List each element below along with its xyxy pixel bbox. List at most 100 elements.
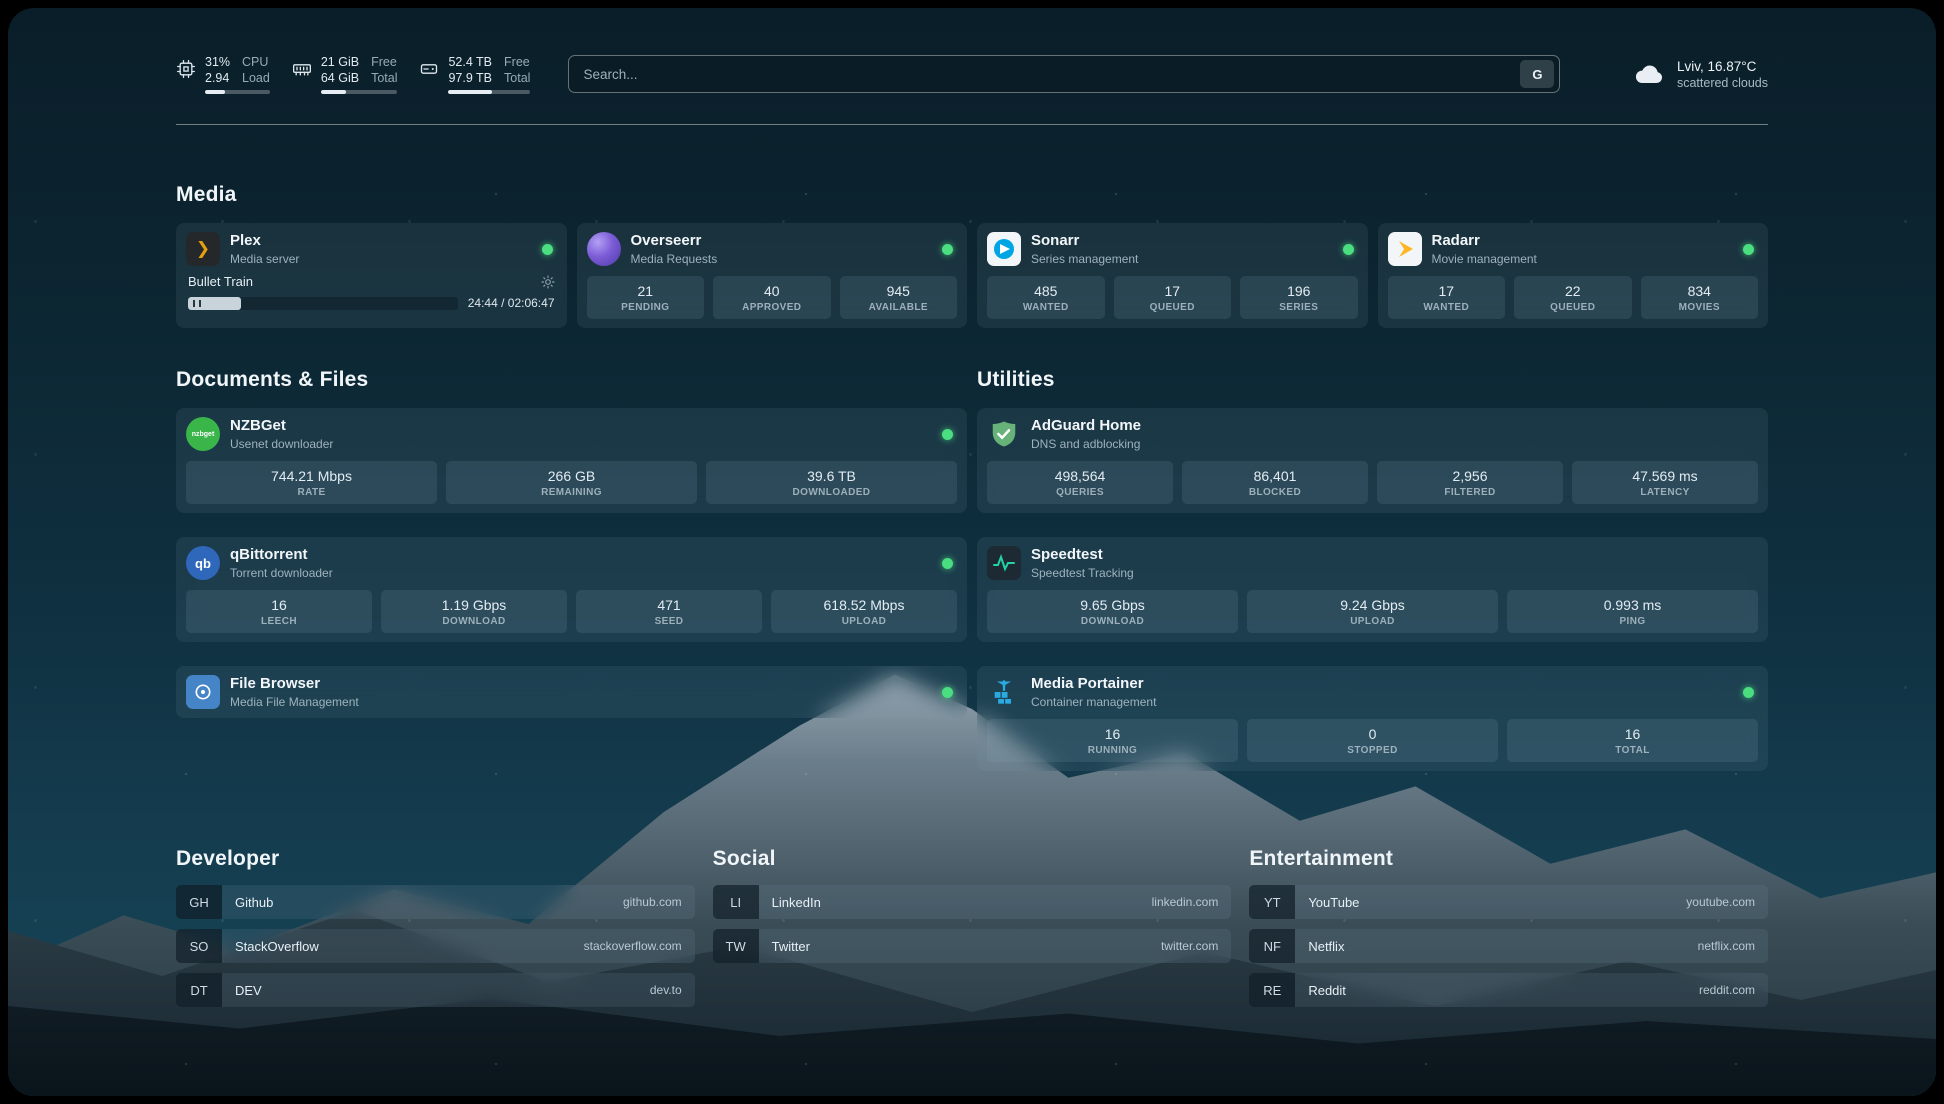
service-card-overseerr[interactable]: Overseerr Media Requests 21PENDING 40APP… (577, 223, 968, 328)
stat-wanted: 485WANTED (987, 276, 1105, 319)
bookmark-name: DEV (222, 983, 262, 998)
status-dot (542, 244, 553, 255)
cpu-icon (176, 59, 196, 79)
disk-icon (419, 59, 439, 79)
stat-running: 16RUNNING (987, 719, 1238, 762)
bookmark-url: twitter.com (1161, 939, 1231, 953)
bookmark-url: reddit.com (1699, 983, 1768, 997)
bookmark-abbr: NF (1249, 929, 1295, 963)
service-subtitle: Usenet downloader (230, 437, 333, 451)
service-subtitle: Container management (1031, 695, 1156, 709)
stat-movies: 834MOVIES (1641, 276, 1759, 319)
service-name: Radarr (1432, 232, 1537, 251)
service-subtitle: Media Requests (631, 252, 718, 266)
topbar-divider (176, 124, 1768, 125)
stat-series: 196SERIES (1240, 276, 1358, 319)
service-card-qbittorrent[interactable]: qb qBittorrent Torrent downloader 16LEEC… (176, 537, 967, 642)
bookmark-abbr: RE (1249, 973, 1295, 1007)
status-dot (1343, 244, 1354, 255)
sonarr-icon (987, 232, 1021, 266)
service-name: Speedtest (1031, 546, 1134, 565)
service-card-speedtest[interactable]: Speedtest Speedtest Tracking 9.65 GbpsDO… (977, 537, 1768, 642)
cpu-label-bottom: Load (242, 70, 270, 86)
filebrowser-icon (186, 675, 220, 709)
service-card-nzbget[interactable]: nzbget NZBGet Usenet downloader 744.21 M… (176, 408, 967, 513)
gear-icon[interactable] (541, 275, 555, 289)
bookmark-youtube[interactable]: YT YouTube youtube.com (1249, 885, 1768, 919)
service-subtitle: Media File Management (230, 695, 359, 709)
stat-upload: 618.52 MbpsUPLOAD (771, 590, 957, 633)
stat-latency: 47.569 msLATENCY (1572, 461, 1758, 504)
bookmark-url: youtube.com (1686, 895, 1768, 909)
pause-icon[interactable] (193, 300, 201, 307)
weather-widget: Lviv, 16.87°C scattered clouds (1633, 59, 1768, 90)
bookmark-name: LinkedIn (759, 895, 821, 910)
service-card-plex[interactable]: ❯ Plex Media server Bullet Train (176, 223, 567, 328)
section-utilities: Utilities AdGuard Home DNS and adblockin… (977, 368, 1768, 771)
cpu-widget: 31% CPU 2.94 Load (176, 54, 270, 95)
bookmark-name: YouTube (1295, 895, 1359, 910)
section-title-social: Social (713, 847, 1232, 871)
bookmark-stackoverflow[interactable]: SO StackOverflow stackoverflow.com (176, 929, 695, 963)
service-card-filebrowser[interactable]: File Browser Media File Management (176, 666, 967, 718)
stat-download: 9.65 GbpsDOWNLOAD (987, 590, 1238, 633)
playback-progress-track[interactable] (188, 297, 458, 310)
stat-remaining: 266 GBREMAINING (446, 461, 697, 504)
overseerr-icon (587, 232, 621, 266)
qbittorrent-icon: qb (186, 546, 220, 580)
bookmark-linkedin[interactable]: LI LinkedIn linkedin.com (713, 885, 1232, 919)
service-subtitle: Movie management (1432, 252, 1537, 266)
service-card-adguard[interactable]: AdGuard Home DNS and adblocking 498,564Q… (977, 408, 1768, 513)
stat-seed: 471SEED (576, 590, 762, 633)
section-title-utilities: Utilities (977, 368, 1768, 392)
stat-download: 1.19 GbpsDOWNLOAD (381, 590, 567, 633)
service-subtitle: Media server (230, 252, 299, 266)
service-card-portainer[interactable]: Media Portainer Container management 16R… (977, 666, 1768, 771)
stat-pending: 21PENDING (587, 276, 705, 319)
plex-icon: ❯ (186, 232, 220, 266)
section-title-documents: Documents & Files (176, 368, 967, 392)
bookmark-name: Netflix (1295, 939, 1344, 954)
service-name: File Browser (230, 675, 359, 694)
bookmark-github[interactable]: GH Github github.com (176, 885, 695, 919)
bookmark-abbr: GH (176, 885, 222, 919)
bookmark-dev[interactable]: DT DEV dev.to (176, 973, 695, 1007)
memory-free-value: 21 GiB (321, 54, 359, 70)
section-title-entertainment: Entertainment (1249, 847, 1768, 871)
bookmark-reddit[interactable]: RE Reddit reddit.com (1249, 973, 1768, 1007)
speedtest-icon (987, 546, 1021, 580)
bookmark-url: stackoverflow.com (584, 939, 695, 953)
service-card-sonarr[interactable]: Sonarr Series management 485WANTED 17QUE… (977, 223, 1368, 328)
service-card-radarr[interactable]: Radarr Movie management 17WANTED 22QUEUE… (1378, 223, 1769, 328)
service-subtitle: Speedtest Tracking (1031, 566, 1134, 580)
service-name: AdGuard Home (1031, 417, 1141, 436)
disk-progress-bar (448, 90, 530, 94)
status-dot (942, 244, 953, 255)
search-provider-button[interactable]: G (1520, 60, 1554, 88)
memory-progress-bar (321, 90, 398, 94)
cpu-progress-bar (205, 90, 270, 94)
bookmark-url: linkedin.com (1152, 895, 1232, 909)
bookmark-netflix[interactable]: NF Netflix netflix.com (1249, 929, 1768, 963)
nzbget-icon: nzbget (186, 417, 220, 451)
service-name: Plex (230, 232, 299, 251)
service-name: Overseerr (631, 232, 718, 251)
section-title-developer: Developer (176, 847, 695, 871)
stat-filtered: 2,956FILTERED (1377, 461, 1563, 504)
stat-total: 16TOTAL (1507, 719, 1758, 762)
search-input[interactable] (583, 67, 1520, 82)
stat-ping: 0.993 msPING (1507, 590, 1758, 633)
disk-total-value: 97.9 TB (448, 70, 492, 86)
bookmark-name: Twitter (759, 939, 810, 954)
disk-label-top: Free (504, 54, 530, 70)
stat-blocked: 86,401BLOCKED (1182, 461, 1368, 504)
stat-queued: 17QUEUED (1114, 276, 1232, 319)
service-name: NZBGet (230, 417, 333, 436)
bookmark-name: StackOverflow (222, 939, 319, 954)
bookmark-twitter[interactable]: TW Twitter twitter.com (713, 929, 1232, 963)
status-dot (1743, 687, 1754, 698)
portainer-icon (987, 675, 1021, 709)
weather-condition: scattered clouds (1677, 76, 1768, 90)
stat-approved: 40APPROVED (713, 276, 831, 319)
bookmark-abbr: SO (176, 929, 222, 963)
